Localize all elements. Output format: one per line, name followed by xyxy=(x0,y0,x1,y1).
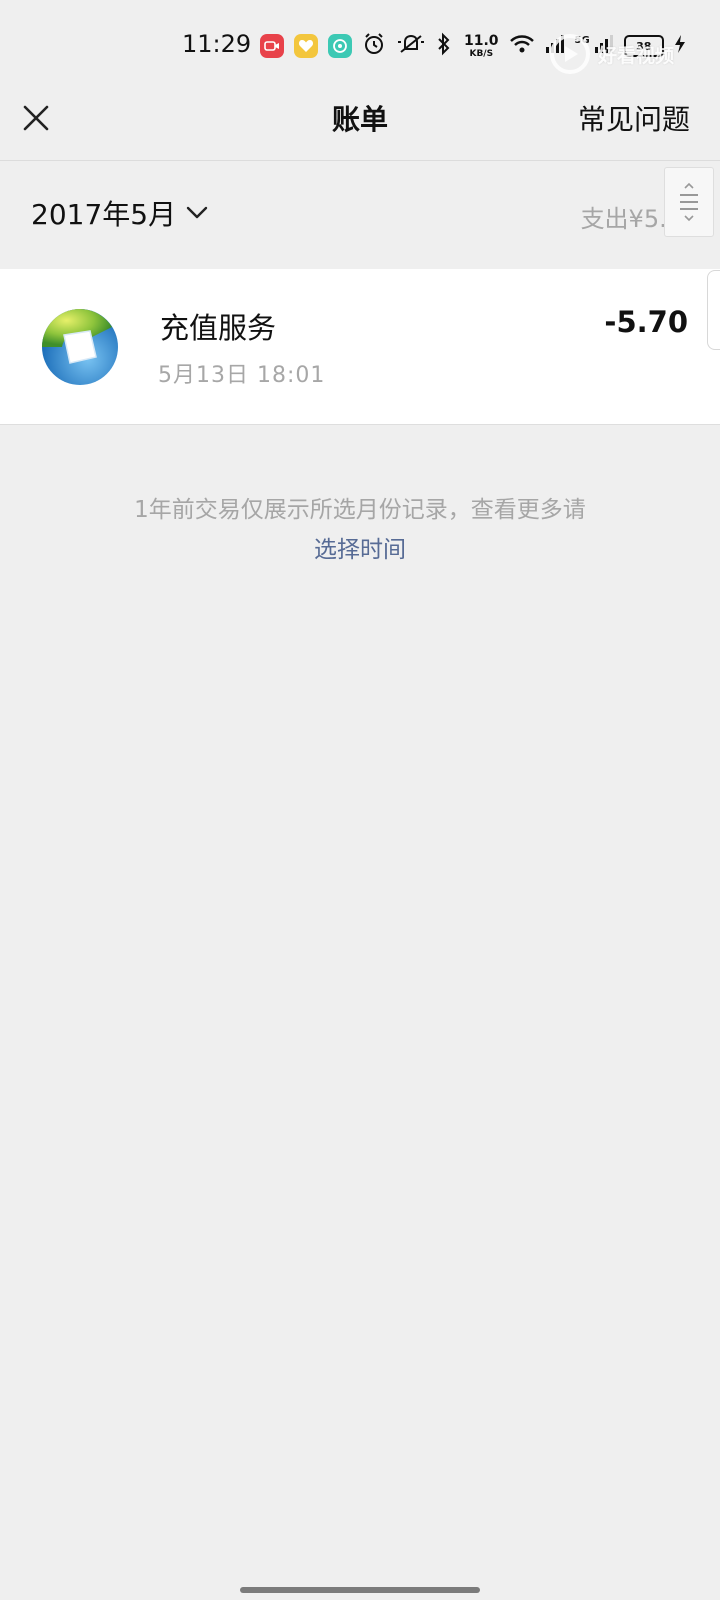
history-notice: 1年前交易仅展示所选月份记录，查看更多请 选择时间 xyxy=(0,490,720,570)
select-time-link[interactable]: 选择时间 xyxy=(314,530,406,570)
drag-handle-icon xyxy=(680,182,698,222)
screen-record-icon xyxy=(260,34,284,58)
status-bar: 11:29 11.0 KB/S 5G 38 好看视频 xyxy=(0,0,720,90)
month-bar: 2017年5月 支出¥5.7 xyxy=(0,161,720,269)
bill-time: 5月13日 18:01 xyxy=(158,363,326,388)
edge-handle[interactable] xyxy=(707,270,720,350)
bill-amount: -5.70 xyxy=(604,305,688,339)
month-label: 2017年5月 xyxy=(31,198,177,231)
watermark-logo-icon xyxy=(549,34,590,74)
bluetooth-icon xyxy=(436,32,452,60)
bill-item[interactable]: 充值服务 5月13日 18:01 -5.70 xyxy=(0,269,720,425)
alarm-icon xyxy=(362,32,386,60)
month-selector[interactable]: 2017年5月 xyxy=(31,193,208,233)
home-indicator[interactable] xyxy=(240,1587,480,1593)
net-speed: 11.0 KB/S xyxy=(464,32,499,59)
wifi-icon xyxy=(509,33,535,59)
bill-name: 充值服务 xyxy=(160,311,277,345)
faq-link[interactable]: 常见问题 xyxy=(578,98,690,138)
chevron-down-icon xyxy=(186,206,208,219)
watermark: 好看视频 xyxy=(548,32,674,76)
nav-bar: 账单 常见问题 xyxy=(0,90,720,161)
heart-badge-icon xyxy=(294,34,318,58)
charging-icon xyxy=(674,34,686,58)
notice-text: 1年前交易仅展示所选月份记录，查看更多请 xyxy=(134,497,586,523)
status-time: 11:29 xyxy=(182,30,252,58)
mute-bell-icon xyxy=(396,32,426,60)
recharge-service-logo xyxy=(42,309,118,385)
scroll-handle[interactable] xyxy=(664,167,714,237)
chat-bubble-icon xyxy=(328,34,352,58)
